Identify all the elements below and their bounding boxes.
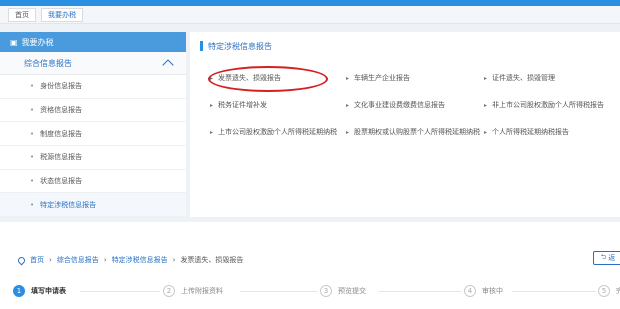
link-label: 上市公司股权激励个人所得税延期纳税 bbox=[218, 128, 338, 136]
top-breadcrumb: 首页 我要办税 bbox=[0, 6, 620, 24]
sidebar: ▣ 我要办税 综合信息报告 • 身份信息报告 • 资格信息报告 • 制度信息报告 • 税… bbox=[0, 32, 186, 218]
bullet-icon: • bbox=[30, 129, 35, 138]
arrow-right-icon: ▸ bbox=[210, 74, 214, 82]
bullet-icon: • bbox=[30, 106, 35, 115]
step-label: 完 bbox=[616, 287, 620, 295]
breadcrumb-level2[interactable]: 特定涉税信息报告 bbox=[112, 255, 168, 265]
tab-current[interactable]: 我要办税 bbox=[41, 7, 83, 22]
bullet-icon: • bbox=[30, 153, 35, 162]
sidebar-item-label: 状态信息报告 bbox=[40, 177, 83, 186]
link-label: 个人所得税延期纳税报告 bbox=[492, 128, 570, 136]
step-connector bbox=[512, 291, 596, 292]
step-label: 审核中 bbox=[482, 287, 503, 295]
arrow-right-icon: ▸ bbox=[346, 74, 350, 82]
page-title: 特定涉税信息报告 bbox=[190, 32, 620, 60]
sidebar-group[interactable]: 综合信息报告 bbox=[0, 52, 186, 75]
tab-home[interactable]: 首页 bbox=[8, 7, 36, 22]
bullet-icon: • bbox=[30, 200, 35, 209]
arrow-right-icon: ▸ bbox=[346, 101, 350, 109]
step-reviewing: 4 审核中 bbox=[464, 285, 503, 297]
link-stock-option[interactable]: ▸ 股票期权或认购股票个人所得税延期纳税 bbox=[346, 127, 480, 137]
step-upload: 2 上传附报资料 bbox=[163, 285, 223, 297]
link-invoice-lost[interactable]: ▸ 发票遗失、损毁报告 bbox=[210, 73, 281, 83]
link-label: 车辆生产企业报告 bbox=[354, 74, 411, 82]
sidebar-item-identity[interactable]: • 身份信息报告 bbox=[0, 75, 186, 99]
breadcrumb-current: 发票遗失、损毁报告 bbox=[180, 256, 244, 264]
link-label: 发票遗失、损毁报告 bbox=[218, 74, 282, 82]
link-label: 税务证件增补发 bbox=[218, 101, 268, 109]
link-income-tax-deferral[interactable]: ▸ 个人所得税延期纳税报告 bbox=[484, 127, 569, 137]
bullet-icon: • bbox=[30, 177, 35, 186]
link-culture-fee[interactable]: ▸ 文化事业建设费缴费信息报告 bbox=[346, 100, 445, 110]
breadcrumb: 首页 › 综合信息报告 › 特定涉税信息报告 › 发票遗失、损毁报告 bbox=[0, 254, 620, 266]
sidebar-group-label: 综合信息报告 bbox=[24, 58, 72, 68]
tax-office-icon: ▣ bbox=[10, 37, 18, 47]
back-button-label: 返 bbox=[608, 254, 616, 262]
arrow-right-icon: ▸ bbox=[484, 101, 488, 109]
arrow-right-icon: ▸ bbox=[484, 128, 488, 136]
sidebar-item-label: 制度信息报告 bbox=[40, 129, 83, 138]
link-unlisted-equity[interactable]: ▸ 非上市公司股权激励个人所得税报告 bbox=[484, 100, 604, 110]
arrow-right-icon: ▸ bbox=[210, 101, 214, 109]
link-certificate-reissue[interactable]: ▸ 税务证件增补发 bbox=[210, 100, 267, 110]
step-number: 3 bbox=[320, 285, 332, 297]
sidebar-item-label: 资格信息报告 bbox=[40, 106, 83, 115]
breadcrumb-home[interactable]: 首页 bbox=[30, 255, 44, 265]
sidebar-title: 我要办税 bbox=[21, 37, 54, 47]
sidebar-item-system[interactable]: • 制度信息报告 bbox=[0, 122, 186, 147]
step-complete: 5 完 bbox=[598, 285, 620, 297]
arrow-right-icon: ▸ bbox=[210, 128, 214, 136]
breadcrumb-separator: › bbox=[49, 256, 52, 264]
sidebar-item-status[interactable]: • 状态信息报告 bbox=[0, 170, 186, 194]
step-progress: 1 填写申请表 2 上传附报资料 3 预览提交 4 审核中 5 完 bbox=[0, 280, 620, 302]
link-label: 股票期权或认购股票个人所得税延期纳税 bbox=[354, 128, 481, 136]
arrow-right-icon: ▸ bbox=[484, 74, 488, 82]
breadcrumb-level1[interactable]: 综合信息报告 bbox=[57, 255, 99, 265]
page-title-text: 特定涉税信息报告 bbox=[208, 41, 272, 51]
link-label: 文化事业建设费缴费信息报告 bbox=[354, 101, 446, 109]
sidebar-item-label: 税源信息报告 bbox=[40, 153, 83, 162]
link-vehicle-enterprise[interactable]: ▸ 车辆生产企业报告 bbox=[346, 73, 410, 83]
step-number: 5 bbox=[598, 285, 610, 297]
sidebar-item-tax-source[interactable]: • 税源信息报告 bbox=[0, 146, 186, 170]
breadcrumb-separator: › bbox=[103, 256, 107, 264]
step-number: 4 bbox=[464, 285, 476, 297]
step-fill-form: 1 填写申请表 bbox=[13, 285, 66, 297]
step-connector bbox=[80, 291, 160, 292]
sidebar-item-label: 特定涉税信息报告 bbox=[40, 200, 97, 209]
breadcrumb-separator: › bbox=[172, 256, 176, 264]
sidebar-header: ▣ 我要办税 bbox=[0, 32, 186, 52]
back-arrow-icon: ⮌ bbox=[600, 252, 607, 261]
step-label: 填写申请表 bbox=[31, 287, 66, 295]
link-listed-equity[interactable]: ▸ 上市公司股权激励个人所得税延期纳税 bbox=[210, 127, 337, 137]
sidebar-item-specific-tax[interactable]: • 特定涉税信息报告 bbox=[0, 193, 186, 218]
step-connector bbox=[378, 291, 462, 292]
location-pin-icon bbox=[16, 255, 27, 265]
sidebar-item-qualification[interactable]: • 资格信息报告 bbox=[0, 99, 186, 123]
step-connector bbox=[240, 291, 318, 292]
step-label: 上传附报资料 bbox=[181, 287, 223, 295]
step-number: 2 bbox=[163, 285, 175, 297]
step-preview-submit: 3 预览提交 bbox=[320, 285, 366, 297]
main-panel: 特定涉税信息报告 bbox=[190, 32, 620, 217]
sidebar-item-label: 身份信息报告 bbox=[40, 82, 83, 91]
step-number: 1 bbox=[13, 285, 25, 297]
title-accent bbox=[200, 41, 203, 51]
link-certificate-lost[interactable]: ▸ 证件遗失、损毁管理 bbox=[484, 73, 555, 83]
chevron-up-icon[interactable] bbox=[162, 59, 174, 71]
back-button[interactable]: ⮌ 返 bbox=[593, 251, 620, 265]
link-label: 非上市公司股权激励个人所得税报告 bbox=[492, 101, 605, 109]
step-label: 预览提交 bbox=[338, 287, 366, 295]
link-label: 证件遗失、损毁管理 bbox=[492, 74, 556, 82]
bullet-icon: • bbox=[30, 82, 35, 91]
arrow-right-icon: ▸ bbox=[346, 128, 350, 136]
